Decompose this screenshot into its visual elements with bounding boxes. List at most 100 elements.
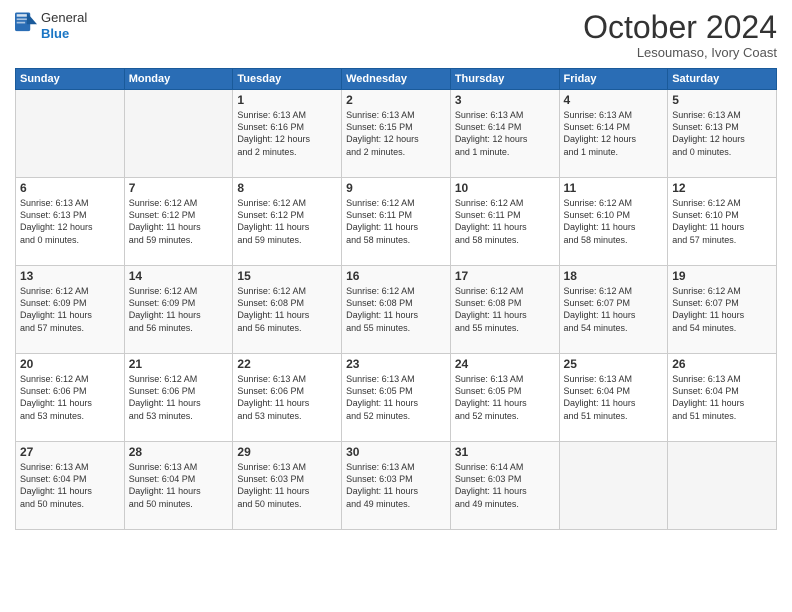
- day-info: Sunrise: 6:12 AM Sunset: 6:09 PM Dayligh…: [20, 285, 120, 334]
- day-number: 9: [346, 181, 446, 195]
- calendar-cell: 11Sunrise: 6:12 AM Sunset: 6:10 PM Dayli…: [559, 178, 668, 266]
- day-info: Sunrise: 6:12 AM Sunset: 6:08 PM Dayligh…: [455, 285, 555, 334]
- day-info: Sunrise: 6:12 AM Sunset: 6:10 PM Dayligh…: [564, 197, 664, 246]
- day-number: 6: [20, 181, 120, 195]
- calendar-cell: 18Sunrise: 6:12 AM Sunset: 6:07 PM Dayli…: [559, 266, 668, 354]
- calendar-cell: 23 Sunrise: 6:13 AM Sunset: 6:05 PM Dayli…: [342, 354, 451, 442]
- day-number: 31: [455, 445, 555, 459]
- day-number: 3: [455, 93, 555, 107]
- calendar-cell: 10 Sunrise: 6:12 AM Sunset: 6:11 PM Dayli…: [450, 178, 559, 266]
- day-number: 4: [564, 93, 664, 107]
- day-number: 16: [346, 269, 446, 283]
- calendar-cell: 27 Sunrise: 6:13 AM Sunset: 6:04 PM Dayli…: [16, 442, 125, 530]
- day-info: Sunrise: 6:13 AM Sunset: 6:04 PM Dayligh…: [129, 461, 229, 510]
- day-number: 30: [346, 445, 446, 459]
- day-info: Sunrise: 6:12 AM Sunset: 6:06 PM Dayligh…: [20, 373, 120, 422]
- calendar-cell: 5 Sunrise: 6:13 AM Sunset: 6:13 PM Daylig…: [668, 90, 777, 178]
- day-info: Sunrise: 6:12 AM Sunset: 6:12 PM Dayligh…: [237, 197, 337, 246]
- calendar-cell: 22Sunrise: 6:13 AM Sunset: 6:06 PM Dayli…: [233, 354, 342, 442]
- day-info: Sunrise: 6:13 AM Sunset: 6:04 PM Dayligh…: [564, 373, 664, 422]
- day-info: Sunrise: 6:13 AM Sunset: 6:16 PM Dayligh…: [237, 109, 337, 158]
- weekday-header-friday: Friday: [559, 69, 668, 90]
- day-number: 13: [20, 269, 120, 283]
- day-info: Sunrise: 6:12 AM Sunset: 6:12 PM Dayligh…: [129, 197, 229, 246]
- calendar-cell: 8 Sunrise: 6:12 AM Sunset: 6:12 PM Daylig…: [233, 178, 342, 266]
- calendar-cell: 9 Sunrise: 6:12 AM Sunset: 6:11 PM Daylig…: [342, 178, 451, 266]
- logo-icon: [15, 12, 37, 40]
- day-info: Sunrise: 6:12 AM Sunset: 6:11 PM Dayligh…: [455, 197, 555, 246]
- weekday-header-row: SundayMondayTuesdayWednesdayThursdayFrid…: [16, 69, 777, 90]
- calendar-cell: 24 Sunrise: 6:13 AM Sunset: 6:05 PM Dayli…: [450, 354, 559, 442]
- day-info: Sunrise: 6:13 AM Sunset: 6:13 PM Dayligh…: [672, 109, 772, 158]
- day-info: Sunrise: 6:13 AM Sunset: 6:05 PM Dayligh…: [455, 373, 555, 422]
- calendar-cell: 6 Sunrise: 6:13 AM Sunset: 6:13 PM Daylig…: [16, 178, 125, 266]
- day-number: 21: [129, 357, 229, 371]
- calendar-cell: 17 Sunrise: 6:12 AM Sunset: 6:08 PM Dayli…: [450, 266, 559, 354]
- day-number: 5: [672, 93, 772, 107]
- calendar-cell: 16 Sunrise: 6:12 AM Sunset: 6:08 PM Dayli…: [342, 266, 451, 354]
- calendar-cell: 13 Sunrise: 6:12 AM Sunset: 6:09 PM Dayli…: [16, 266, 125, 354]
- day-info: Sunrise: 6:12 AM Sunset: 6:06 PM Dayligh…: [129, 373, 229, 422]
- calendar-cell: 21 Sunrise: 6:12 AM Sunset: 6:06 PM Dayli…: [124, 354, 233, 442]
- calendar-cell: [16, 90, 125, 178]
- day-info: Sunrise: 6:12 AM Sunset: 6:11 PM Dayligh…: [346, 197, 446, 246]
- weekday-header-thursday: Thursday: [450, 69, 559, 90]
- day-number: 24: [455, 357, 555, 371]
- week-row-2: 6 Sunrise: 6:13 AM Sunset: 6:13 PM Daylig…: [16, 178, 777, 266]
- calendar-cell: 30Sunrise: 6:13 AM Sunset: 6:03 PM Dayli…: [342, 442, 451, 530]
- calendar-cell: 25 Sunrise: 6:13 AM Sunset: 6:04 PM Dayli…: [559, 354, 668, 442]
- weekday-header-saturday: Saturday: [668, 69, 777, 90]
- day-info: Sunrise: 6:13 AM Sunset: 6:05 PM Dayligh…: [346, 373, 446, 422]
- day-number: 8: [237, 181, 337, 195]
- day-number: 17: [455, 269, 555, 283]
- day-info: Sunrise: 6:14 AM Sunset: 6:03 PM Dayligh…: [455, 461, 555, 510]
- day-number: 12: [672, 181, 772, 195]
- month-title: October 2024: [583, 10, 777, 45]
- calendar: SundayMondayTuesdayWednesdayThursdayFrid…: [15, 68, 777, 530]
- day-info: Sunrise: 6:12 AM Sunset: 6:09 PM Dayligh…: [129, 285, 229, 334]
- day-info: Sunrise: 6:13 AM Sunset: 6:06 PM Dayligh…: [237, 373, 337, 422]
- day-info: Sunrise: 6:12 AM Sunset: 6:10 PM Dayligh…: [672, 197, 772, 246]
- day-info: Sunrise: 6:13 AM Sunset: 6:04 PM Dayligh…: [20, 461, 120, 510]
- calendar-cell: [124, 90, 233, 178]
- day-number: 10: [455, 181, 555, 195]
- day-number: 27: [20, 445, 120, 459]
- weekday-header-monday: Monday: [124, 69, 233, 90]
- day-number: 20: [20, 357, 120, 371]
- weekday-header-wednesday: Wednesday: [342, 69, 451, 90]
- day-info: Sunrise: 6:12 AM Sunset: 6:08 PM Dayligh…: [346, 285, 446, 334]
- day-number: 19: [672, 269, 772, 283]
- day-number: 1: [237, 93, 337, 107]
- calendar-cell: 20 Sunrise: 6:12 AM Sunset: 6:06 PM Dayli…: [16, 354, 125, 442]
- logo-text: General Blue: [41, 10, 87, 41]
- day-info: Sunrise: 6:13 AM Sunset: 6:04 PM Dayligh…: [672, 373, 772, 422]
- day-number: 25: [564, 357, 664, 371]
- calendar-cell: 29Sunrise: 6:13 AM Sunset: 6:03 PM Dayli…: [233, 442, 342, 530]
- day-number: 18: [564, 269, 664, 283]
- weekday-header-tuesday: Tuesday: [233, 69, 342, 90]
- day-info: Sunrise: 6:12 AM Sunset: 6:07 PM Dayligh…: [672, 285, 772, 334]
- calendar-cell: [559, 442, 668, 530]
- calendar-cell: 15 Sunrise: 6:12 AM Sunset: 6:08 PM Dayli…: [233, 266, 342, 354]
- calendar-cell: 14Sunrise: 6:12 AM Sunset: 6:09 PM Dayli…: [124, 266, 233, 354]
- calendar-cell: 4 Sunrise: 6:13 AM Sunset: 6:14 PM Daylig…: [559, 90, 668, 178]
- day-number: 15: [237, 269, 337, 283]
- day-number: 7: [129, 181, 229, 195]
- day-info: Sunrise: 6:12 AM Sunset: 6:08 PM Dayligh…: [237, 285, 337, 334]
- day-number: 28: [129, 445, 229, 459]
- day-number: 23: [346, 357, 446, 371]
- title-block: October 2024 Lesoumaso, Ivory Coast: [583, 10, 777, 60]
- page: General Blue October 2024 Lesoumaso, Ivo…: [0, 0, 792, 612]
- day-number: 26: [672, 357, 772, 371]
- header: General Blue October 2024 Lesoumaso, Ivo…: [15, 10, 777, 60]
- calendar-cell: 2Sunrise: 6:13 AM Sunset: 6:15 PM Daylig…: [342, 90, 451, 178]
- calendar-cell: 26 Sunrise: 6:13 AM Sunset: 6:04 PM Dayli…: [668, 354, 777, 442]
- calendar-cell: 31 Sunrise: 6:14 AM Sunset: 6:03 PM Dayli…: [450, 442, 559, 530]
- day-info: Sunrise: 6:13 AM Sunset: 6:14 PM Dayligh…: [564, 109, 664, 158]
- location: Lesoumaso, Ivory Coast: [583, 45, 777, 60]
- day-info: Sunrise: 6:13 AM Sunset: 6:13 PM Dayligh…: [20, 197, 120, 246]
- calendar-cell: 3Sunrise: 6:13 AM Sunset: 6:14 PM Daylig…: [450, 90, 559, 178]
- day-info: Sunrise: 6:13 AM Sunset: 6:15 PM Dayligh…: [346, 109, 446, 158]
- day-number: 29: [237, 445, 337, 459]
- calendar-cell: 28 Sunrise: 6:13 AM Sunset: 6:04 PM Dayli…: [124, 442, 233, 530]
